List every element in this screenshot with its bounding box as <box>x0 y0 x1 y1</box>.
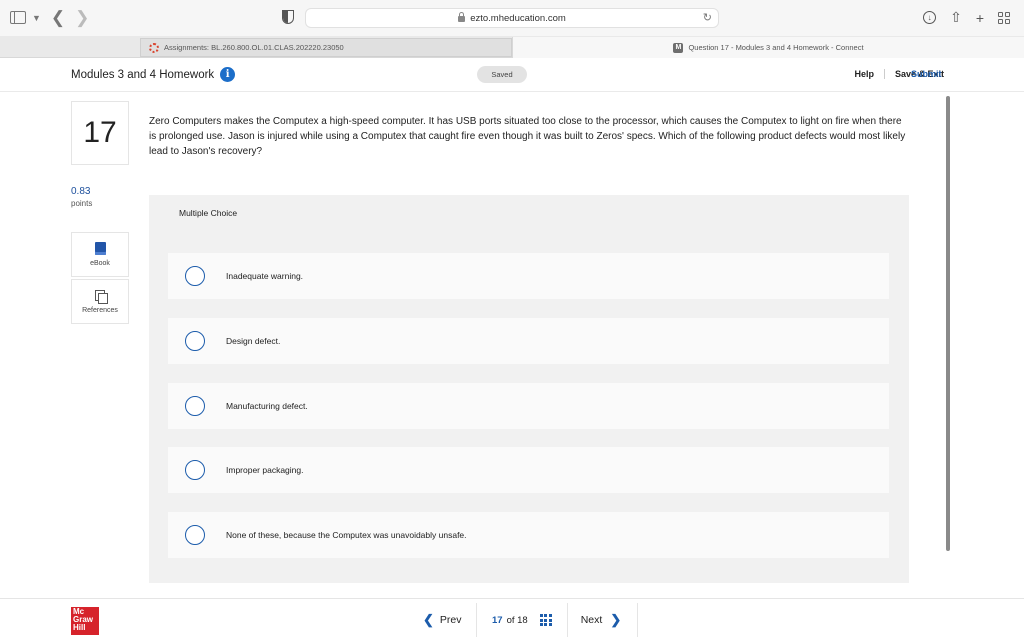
references-label: References <box>82 306 118 314</box>
tab-bar: Assignments: BL.260.800.OL.01.CLAS.20222… <box>0 36 1024 58</box>
references-button[interactable]: References <box>71 279 129 324</box>
answer-option[interactable]: None of these, because the Computex was … <box>168 512 889 558</box>
tab-label: Assignments: BL.260.800.OL.01.CLAS.20222… <box>164 43 344 52</box>
tab-label: Question 17 - Modules 3 and 4 Homework -… <box>688 43 864 52</box>
assignment-header: Modules 3 and 4 Homework i Saved Help Sa… <box>0 58 1024 92</box>
answer-option-label: Inadequate warning. <box>226 271 304 281</box>
browser-toolbar: ▼ ❮ ❯ ezto.mheducation.com ↻ ↓ ⇧ + <box>0 0 1024 36</box>
answer-option-label: Design defect. <box>226 336 281 346</box>
reload-icon[interactable]: ↻ <box>703 11 712 24</box>
answer-option[interactable]: Inadequate warning. <box>168 253 889 299</box>
download-icon[interactable]: ↓ <box>923 11 937 24</box>
current-page: 17 <box>492 614 503 626</box>
radio-button[interactable] <box>185 460 205 480</box>
radio-button[interactable] <box>185 331 205 351</box>
radio-button[interactable] <box>185 525 205 545</box>
pager: ❮ Prev 17 of 18 Next ❯ <box>413 599 638 641</box>
radio-button[interactable] <box>185 266 205 286</box>
lock-icon <box>458 12 466 22</box>
back-arrow-icon[interactable]: ❮ <box>51 9 65 26</box>
next-label: Next <box>580 614 603 626</box>
browser-actions: ↓ ⇧ + <box>923 9 1010 26</box>
tab-assignments[interactable]: Assignments: BL.260.800.OL.01.CLAS.20222… <box>140 38 512 57</box>
points-label: points <box>71 199 93 208</box>
points-value: 0.83 <box>71 186 91 197</box>
address-bar[interactable]: ezto.mheducation.com ↻ <box>305 8 719 28</box>
ebook-button[interactable]: eBook <box>71 232 129 277</box>
submit-link[interactable]: Submit <box>911 69 942 79</box>
next-button[interactable]: Next ❯ <box>568 603 638 637</box>
new-tab-icon[interactable]: + <box>976 10 984 26</box>
references-icon <box>94 289 108 304</box>
privacy-shield-icon[interactable] <box>282 10 294 24</box>
assignment-title: Modules 3 and 4 Homework i <box>71 67 236 82</box>
sidebar-toggle-icon[interactable] <box>10 11 26 24</box>
answer-option-label: None of these, because the Computex was … <box>226 530 467 540</box>
radio-button[interactable] <box>185 396 205 416</box>
chevron-right-icon: ❯ <box>610 612 622 627</box>
answer-option-label: Manufacturing defect. <box>226 401 308 411</box>
url-text: ezto.mheducation.com <box>470 12 566 24</box>
m-favicon-icon: M <box>673 42 684 53</box>
page-total: of 18 <box>506 614 528 626</box>
question-grid-icon[interactable] <box>539 614 552 626</box>
saved-status-badge: Saved <box>477 66 527 83</box>
question-type-label: Multiple Choice <box>179 208 238 218</box>
question-text: Zero Computers makes the Computex a high… <box>149 116 906 157</box>
prev-label: Prev <box>439 614 462 626</box>
page-indicator[interactable]: 17 of 18 <box>477 603 568 637</box>
ebook-label: eBook <box>90 260 110 267</box>
multiple-choice-panel: Multiple Choice Inadequate warning. Desi… <box>149 195 909 583</box>
mcgraw-hill-logo: Mc Graw Hill <box>71 607 99 635</box>
chevron-left-icon: ❮ <box>423 612 434 627</box>
assignment-title-text: Modules 3 and 4 Homework <box>71 68 215 81</box>
loading-spinner-icon <box>149 42 159 53</box>
answer-option[interactable]: Design defect. <box>168 318 889 364</box>
browser-nav-group: ▼ ❮ ❯ <box>10 9 89 26</box>
scrollbar[interactable] <box>946 96 950 551</box>
book-icon <box>94 242 106 255</box>
answer-option[interactable]: Manufacturing defect. <box>168 383 889 429</box>
question-number: 17 <box>71 101 129 165</box>
tab-question[interactable]: M Question 17 - Modules 3 and 4 Homework… <box>512 37 1024 58</box>
share-icon[interactable]: ⇧ <box>950 9 962 26</box>
footer-nav: Mc Graw Hill ❮ Prev 17 of 18 Next ❯ <box>0 598 1024 640</box>
info-icon[interactable]: i <box>220 67 236 82</box>
chevron-down-icon[interactable]: ▼ <box>32 13 41 23</box>
forward-arrow-icon[interactable]: ❯ <box>75 9 89 26</box>
help-link[interactable]: Help <box>854 69 885 79</box>
prev-button[interactable]: ❮ Prev <box>413 603 477 637</box>
answer-option-label: Improper packaging. <box>226 465 304 475</box>
tab-overview-icon[interactable] <box>998 11 1010 24</box>
answer-option[interactable]: Improper packaging. <box>168 447 889 493</box>
logo-line: Hill <box>73 623 86 632</box>
